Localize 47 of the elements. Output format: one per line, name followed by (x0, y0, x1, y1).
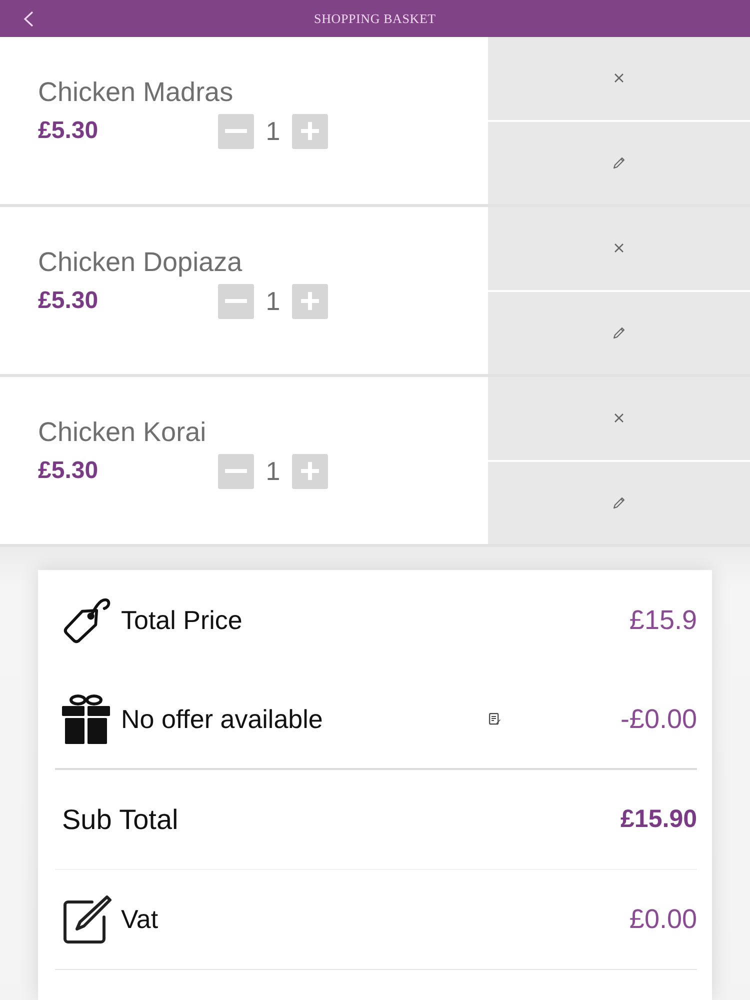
close-icon (614, 73, 624, 84)
minus-icon (225, 469, 247, 473)
item-name: Chicken Dopiaza (38, 246, 242, 278)
back-button[interactable] (23, 10, 34, 26)
decrease-button[interactable] (218, 114, 254, 148)
item-price: £5.30 (38, 117, 98, 144)
increase-button[interactable] (292, 284, 328, 318)
minus-icon (225, 129, 247, 133)
item-price: £5.30 (38, 287, 98, 314)
decrease-button[interactable] (218, 284, 254, 318)
pencil-icon (613, 156, 625, 169)
summary-value: £15.9 (629, 604, 697, 636)
item-name: Chicken Korai (38, 416, 206, 448)
edit-button[interactable] (488, 122, 750, 204)
increase-button[interactable] (292, 114, 328, 148)
edit-button[interactable] (488, 292, 750, 374)
edit-square-icon (62, 894, 112, 944)
plus-icon (301, 122, 319, 140)
summary-label: No offer available (120, 704, 323, 734)
summary-label: Sub Total (62, 804, 178, 836)
summary-value: £0.00 (629, 904, 697, 935)
remove-button[interactable] (488, 377, 750, 460)
pencil-icon (613, 496, 625, 509)
item-price: £5.30 (38, 457, 98, 484)
item-quantity: 1 (264, 456, 282, 486)
increase-button[interactable] (292, 454, 328, 488)
close-icon (614, 243, 624, 254)
item-quantity: 1 (264, 286, 282, 316)
decrease-button[interactable] (218, 454, 254, 488)
summary-value: £15.90 (620, 805, 697, 834)
gift-icon (62, 694, 110, 744)
remove-button[interactable] (488, 37, 750, 120)
summary-value: -£0.00 (620, 704, 697, 734)
item-quantity: 1 (264, 116, 282, 146)
remove-button[interactable] (488, 207, 750, 290)
pencil-icon (613, 326, 625, 339)
header-title: SHOPPING BASKET (313, 10, 437, 26)
close-icon (614, 413, 624, 424)
minus-icon (225, 299, 247, 303)
summary-label: Vat (120, 904, 158, 935)
edit-button[interactable] (488, 462, 750, 544)
plus-icon (301, 292, 319, 310)
item-name: Chicken Madras (38, 76, 234, 108)
note-edit-icon[interactable] (489, 713, 501, 725)
summary-label: Total Price (120, 604, 242, 636)
plus-icon (301, 462, 319, 480)
chevron-left-icon (23, 10, 34, 26)
